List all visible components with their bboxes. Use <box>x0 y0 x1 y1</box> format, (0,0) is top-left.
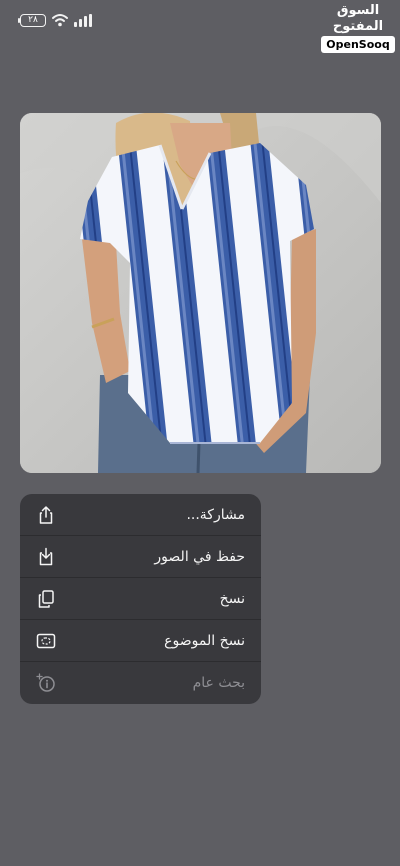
watermark-latin: OpenSooq <box>321 36 395 53</box>
menu-item-visual-lookup: بحث عام <box>20 662 261 704</box>
opensooq-watermark: السوق المفتوح OpenSooq <box>321 3 395 53</box>
cellular-signal-icon <box>74 14 92 27</box>
menu-item-share[interactable]: مشاركة... <box>20 494 261 536</box>
copy-icon <box>38 590 54 608</box>
watermark-arabic: السوق المفتوح <box>332 3 384 34</box>
share-icon <box>39 506 53 524</box>
menu-item-label: نسخ الموضوع <box>164 633 245 649</box>
visual-lookup-icon <box>36 673 55 692</box>
menu-item-save-to-photos[interactable]: حفظ في الصور <box>20 536 261 578</box>
save-to-photos-icon <box>39 547 53 566</box>
battery-icon: ٢٨ <box>18 14 46 27</box>
striped-blouse-image <box>20 113 381 473</box>
wifi-icon <box>52 14 68 27</box>
menu-item-label: بحث عام <box>192 675 245 691</box>
menu-item-label: حفظ في الصور <box>154 549 245 565</box>
menu-item-copy-subject[interactable]: نسخ الموضوع <box>20 620 261 662</box>
battery-level: ٢٨ <box>28 15 38 25</box>
copy-subject-icon <box>36 633 56 649</box>
menu-item-label: نسخ <box>219 591 245 607</box>
product-photo[interactable] <box>20 113 381 473</box>
status-bar: ٢٨ السوق المفتوح OpenSooq <box>0 0 400 53</box>
menu-item-copy[interactable]: نسخ <box>20 578 261 620</box>
menu-item-label: مشاركة... <box>186 507 245 523</box>
context-menu: مشاركة... حفظ في الصور نسخ نسخ الموضوع ب… <box>20 494 261 704</box>
